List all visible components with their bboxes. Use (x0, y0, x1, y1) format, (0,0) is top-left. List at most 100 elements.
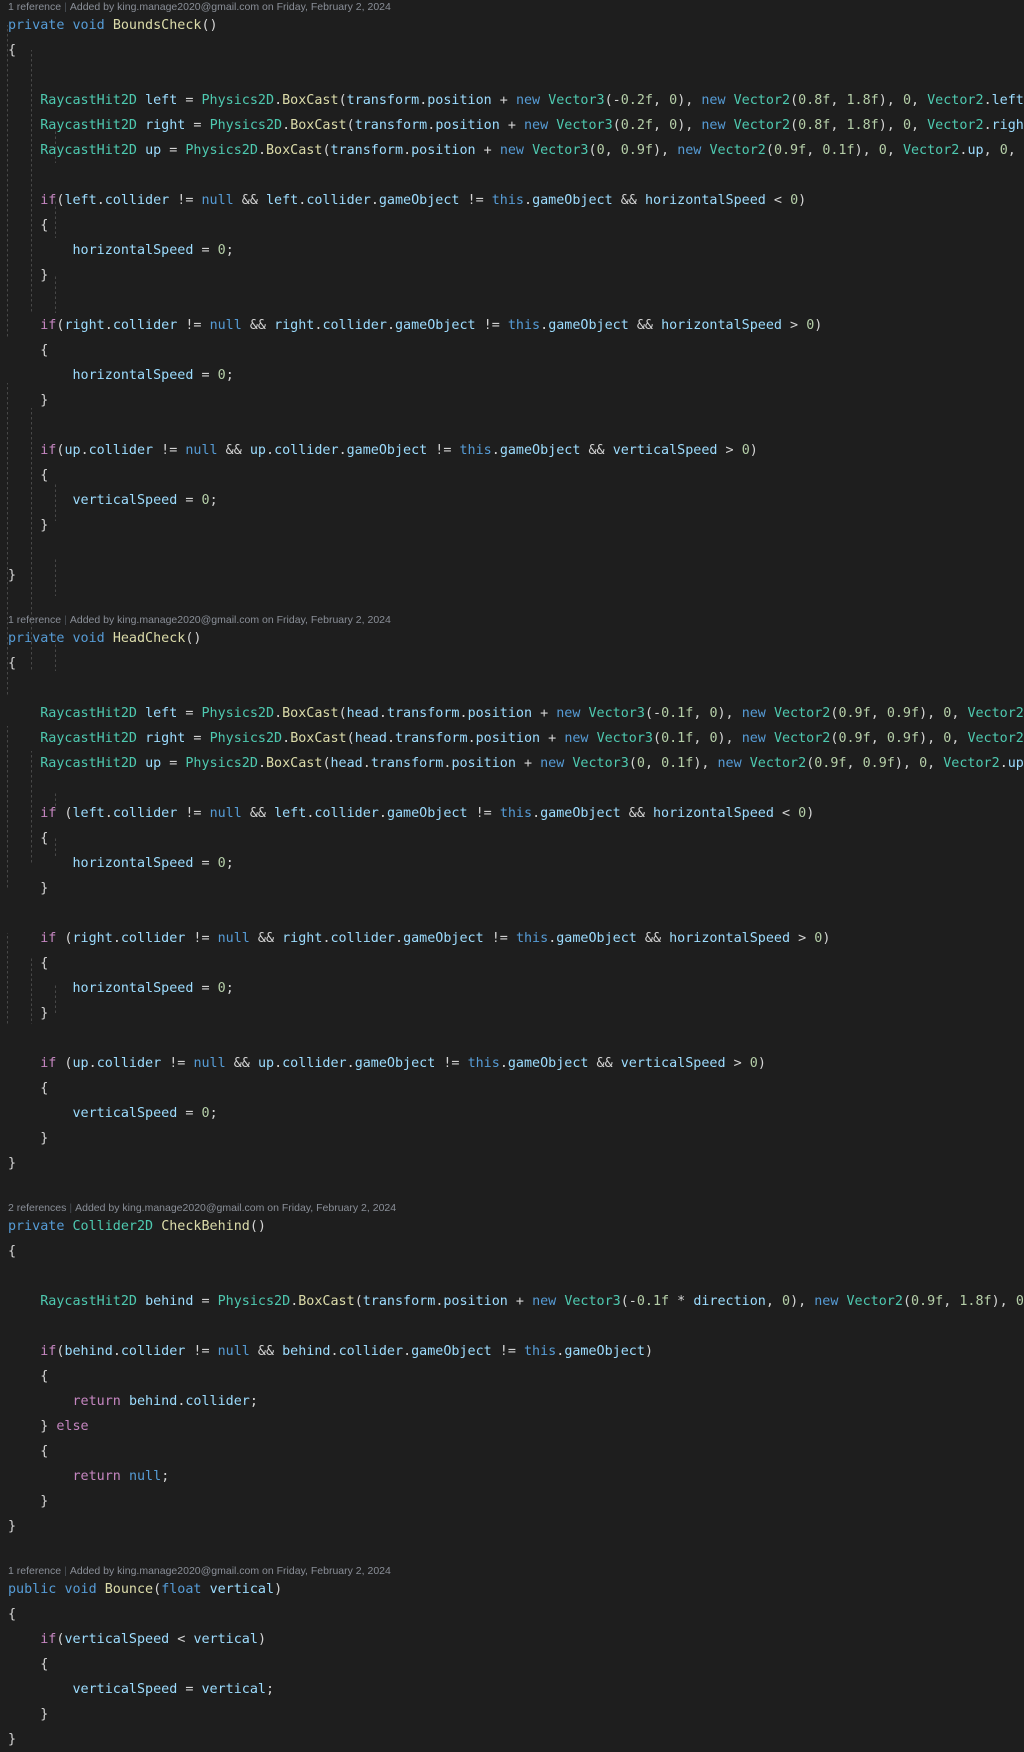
codelens-author[interactable]: Added by king.manage2020@gmail.com on Fr… (75, 1202, 396, 1214)
indent-guide-level-2e (55, 558, 56, 596)
code-line-blank[interactable] (0, 288, 1024, 313)
code-line[interactable]: } (0, 1001, 1024, 1026)
code-line-blank[interactable] (0, 1176, 1024, 1201)
code-line[interactable]: { (0, 1076, 1024, 1101)
codelens-author[interactable]: Added by king.manage2020@gmail.com on Fr… (70, 1, 391, 13)
code-line[interactable]: if(verticalSpeed < vertical) (0, 1627, 1024, 1652)
code-line[interactable]: public void Bounce(float vertical) (0, 1577, 1024, 1602)
code-line-blank[interactable] (0, 1314, 1024, 1339)
indent-guide-level-2h (55, 836, 56, 856)
code-line[interactable]: } (0, 388, 1024, 413)
indent-guide-level-1-c (31, 751, 32, 864)
indent-guide-level-1 (31, 50, 32, 313)
code-line[interactable]: } (0, 1151, 1024, 1176)
code-line[interactable]: horizontalSpeed = 0; (0, 851, 1024, 876)
code-line[interactable]: } (0, 876, 1024, 901)
indent-guide-level-2g (55, 791, 56, 811)
codelens-bounce[interactable]: 1 reference | Added by king.manage2020@gma… (0, 1564, 1024, 1577)
code-line[interactable]: if(behind.collider != null && behind.col… (0, 1339, 1024, 1364)
code-line[interactable]: { (0, 1602, 1024, 1627)
indent-guide-level-2c (55, 275, 56, 313)
code-line[interactable]: { (0, 1239, 1024, 1264)
code-line[interactable]: horizontalSpeed = 0; (0, 363, 1024, 388)
code-line[interactable]: } (0, 563, 1024, 588)
code-line[interactable]: if(up.collider != null && up.collider.ga… (0, 438, 1024, 463)
code-line-blank[interactable] (0, 163, 1024, 188)
code-line[interactable]: { (0, 463, 1024, 488)
code-line-blank[interactable] (0, 588, 1024, 613)
code-line-blank[interactable] (0, 1026, 1024, 1051)
code-line[interactable]: } (0, 263, 1024, 288)
code-line-blank[interactable] (0, 1539, 1024, 1564)
codelens-references[interactable]: 2 references (8, 1202, 66, 1214)
code-line[interactable]: private void BoundsCheck() (0, 13, 1024, 38)
code-line[interactable]: { (0, 651, 1024, 676)
code-line-blank[interactable] (0, 676, 1024, 701)
code-line[interactable]: } (0, 1489, 1024, 1514)
codelens-bounds-check[interactable]: 1 reference | Added by king.manage2020@gma… (0, 0, 1024, 13)
code-line[interactable]: } (0, 513, 1024, 538)
code-line-blank[interactable] (0, 901, 1024, 926)
codelens-references[interactable]: 1 reference (8, 614, 61, 626)
code-line[interactable]: private void HeadCheck() (0, 626, 1024, 651)
code-line[interactable]: RaycastHit2D behind = Physics2D.BoxCast(… (0, 1289, 1024, 1314)
code-line[interactable]: horizontalSpeed = 0; (0, 238, 1024, 263)
code-line[interactable]: verticalSpeed = vertical; (0, 1677, 1024, 1702)
code-line-blank[interactable] (0, 538, 1024, 563)
indent-guide-level-0 (7, 25, 8, 338)
code-line[interactable]: if (left.collider != null && left.collid… (0, 801, 1024, 826)
code-line[interactable]: verticalSpeed = 0; (0, 488, 1024, 513)
code-line[interactable]: RaycastHit2D right = Physics2D.BoxCast(h… (0, 726, 1024, 751)
code-line[interactable]: RaycastHit2D left = Physics2D.BoxCast(tr… (0, 88, 1024, 113)
code-line[interactable]: if(right.collider != null && right.colli… (0, 313, 1024, 338)
indent-guide-level-0-b (7, 383, 8, 696)
code-line-blank[interactable] (0, 413, 1024, 438)
code-line-blank[interactable] (0, 776, 1024, 801)
code-line[interactable]: { (0, 1364, 1024, 1389)
indent-guide-level-2d (55, 483, 56, 521)
indent-guide-level-0-d (7, 933, 8, 1024)
indent-guide-level-2f (55, 633, 56, 671)
codelens-references[interactable]: 1 reference (8, 1, 61, 13)
code-line[interactable]: RaycastHit2D up = Physics2D.BoxCast(tran… (0, 138, 1024, 163)
code-line[interactable]: verticalSpeed = 0; (0, 1101, 1024, 1126)
code-line[interactable]: RaycastHit2D right = Physics2D.BoxCast(t… (0, 113, 1024, 138)
code-editor[interactable]: 1 reference | Added by king.manage2020@gma… (0, 0, 1024, 1747)
code-line-blank[interactable] (0, 1264, 1024, 1289)
code-line[interactable]: } (0, 1727, 1024, 1752)
code-line[interactable]: { (0, 338, 1024, 363)
indent-guide-level-1-b (31, 408, 32, 671)
codelens-references[interactable]: 1 reference (8, 1565, 61, 1577)
code-line[interactable]: horizontalSpeed = 0; (0, 976, 1024, 1001)
code-line[interactable]: return null; (0, 1464, 1024, 1489)
codelens-check-behind[interactable]: 2 references | Added by king.manage2020@gm… (0, 1201, 1024, 1214)
code-line[interactable]: } (0, 1126, 1024, 1151)
codelens-separator: | (64, 614, 67, 626)
code-line[interactable]: { (0, 951, 1024, 976)
code-line[interactable]: } (0, 1514, 1024, 1539)
indent-guide-level-1-d (31, 958, 32, 1024)
code-line[interactable]: { (0, 1652, 1024, 1677)
code-line[interactable]: RaycastHit2D up = Physics2D.BoxCast(head… (0, 751, 1024, 776)
codelens-separator: | (64, 1565, 67, 1577)
code-line[interactable]: if (right.collider != null && right.coll… (0, 926, 1024, 951)
indent-guide-level-2a (55, 125, 56, 163)
code-line[interactable]: { (0, 1439, 1024, 1464)
code-line[interactable]: RaycastHit2D left = Physics2D.BoxCast(he… (0, 701, 1024, 726)
code-line[interactable]: } (0, 1702, 1024, 1727)
code-line[interactable]: if (up.collider != null && up.collider.g… (0, 1051, 1024, 1076)
code-line[interactable]: { (0, 826, 1024, 851)
codelens-separator: | (69, 1202, 73, 1214)
code-line-blank[interactable] (0, 63, 1024, 88)
code-line[interactable]: private Collider2D CheckBehind() (0, 1214, 1024, 1239)
code-line[interactable]: { (0, 213, 1024, 238)
indent-guide-level-2i (55, 983, 56, 1013)
codelens-author[interactable]: Added by king.manage2020@gmail.com on Fr… (70, 614, 391, 626)
codelens-head-check[interactable]: 1 reference | Added by king.manage2020@gma… (0, 613, 1024, 626)
codelens-author[interactable]: Added by king.manage2020@gmail.com on Fr… (70, 1565, 391, 1577)
codelens-separator: | (64, 1, 67, 13)
code-line[interactable]: return behind.collider; (0, 1389, 1024, 1414)
code-line[interactable]: { (0, 38, 1024, 63)
code-line[interactable]: } else (0, 1414, 1024, 1439)
code-line[interactable]: if(left.collider != null && left.collide… (0, 188, 1024, 213)
